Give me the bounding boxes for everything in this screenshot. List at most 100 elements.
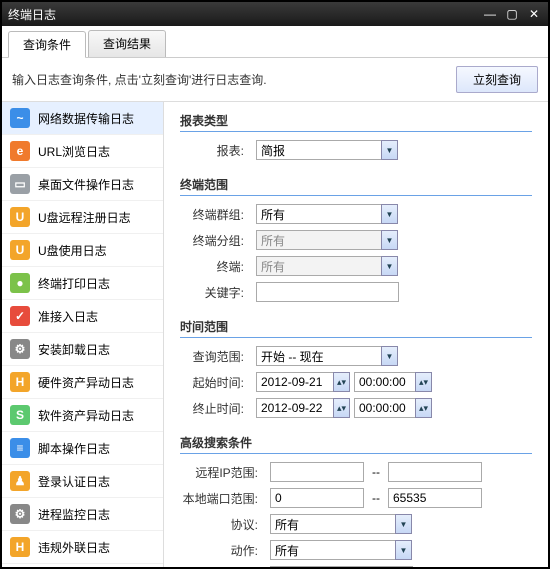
time-range-value[interactable] — [256, 346, 382, 366]
end-time-label: 终止时间: — [180, 400, 252, 417]
tab-query[interactable]: 查询条件 — [8, 31, 86, 58]
chevron-down-icon[interactable]: ▼ — [395, 540, 412, 560]
chevron-down-icon[interactable]: ▼ — [381, 204, 398, 224]
sidebar-item-icon: H — [10, 537, 30, 557]
start-time-label: 起始时间: — [180, 374, 252, 391]
sidebar-item[interactable]: e URL浏览日志 — [2, 135, 163, 168]
sidebar-item[interactable]: U U盘远程注册日志 — [2, 201, 163, 234]
terminal-combo[interactable]: ▼ — [256, 256, 398, 276]
section-title-terminal: 终端范围 — [180, 176, 532, 196]
minimize-button[interactable]: — — [482, 7, 498, 21]
action-value[interactable] — [270, 540, 396, 560]
maximize-button[interactable]: ▢ — [504, 7, 520, 21]
sidebar-item-icon: ✓ — [10, 306, 30, 326]
end-date-value[interactable] — [256, 398, 334, 418]
sidebar-item-label: 登录认证日志 — [38, 473, 110, 490]
port-from-input[interactable] — [270, 488, 364, 508]
tabs: 查询条件 查询结果 — [2, 26, 548, 58]
terminal-subgroup-combo[interactable]: ▼ — [256, 230, 398, 250]
port-label: 本地端口范围: — [180, 490, 266, 507]
sidebar-item-label: 网络数据传输日志 — [38, 110, 134, 127]
window-title: 终端日志 — [8, 6, 482, 23]
sidebar-item[interactable]: ♟登录注销日志 — [2, 564, 163, 567]
chevron-down-icon[interactable]: ▼ — [395, 514, 412, 534]
range-separator: -- — [368, 491, 384, 505]
sidebar-item-label: U盘使用日志 — [38, 242, 107, 259]
sidebar[interactable]: ~ 网络数据传输日志 e URL浏览日志 ▭桌面文件操作日志 U U盘远程注册日志 U U盘使用… — [2, 102, 164, 567]
sidebar-item-icon: ⚙ — [10, 504, 30, 524]
proc-key-input[interactable] — [270, 566, 413, 567]
sidebar-item-label: 软件资产异动日志 — [38, 407, 134, 424]
sidebar-item[interactable]: ⚙ 安装卸载日志 — [2, 333, 163, 366]
sidebar-item[interactable]: ⚙进程监控日志 — [2, 498, 163, 531]
chevron-down-icon[interactable]: ▼ — [381, 140, 398, 160]
query-now-button[interactable]: 立刻查询 — [456, 66, 538, 93]
sidebar-item[interactable]: H违规外联日志 — [2, 531, 163, 564]
port-to-input[interactable] — [388, 488, 482, 508]
chevron-down-icon[interactable]: ▼ — [381, 230, 398, 250]
chevron-down-icon[interactable]: ▼ — [381, 346, 398, 366]
sidebar-item[interactable]: ≡ 脚本操作日志 — [2, 432, 163, 465]
end-time-field[interactable]: ▴▾ — [354, 398, 432, 418]
spinner-icon[interactable]: ▴▾ — [333, 398, 350, 418]
window-controls: — ▢ ✕ — [482, 7, 542, 21]
protocol-label: 协议: — [180, 516, 266, 533]
sidebar-item-icon: U — [10, 240, 30, 260]
start-date-field[interactable]: ▴▾ — [256, 372, 350, 392]
sidebar-item-icon: ~ — [10, 108, 30, 128]
sidebar-item-label: 硬件资产异动日志 — [38, 374, 134, 391]
start-time-value[interactable] — [354, 372, 416, 392]
report-value[interactable] — [256, 140, 382, 160]
report-label: 报表: — [180, 142, 252, 159]
content-panel[interactable]: 报表类型 报表: ▼ 终端范围 终端群组: ▼ — [164, 102, 548, 567]
time-range-combo[interactable]: ▼ — [256, 346, 398, 366]
start-time-field[interactable]: ▴▾ — [354, 372, 432, 392]
titlebar: 终端日志 — ▢ ✕ — [2, 2, 548, 26]
sidebar-item-icon: ⚙ — [10, 339, 30, 359]
keyword-input[interactable] — [256, 282, 399, 302]
remote-ip-from-input[interactable] — [270, 462, 364, 482]
time-range-label: 查询范围: — [180, 348, 252, 365]
tab-result[interactable]: 查询结果 — [88, 30, 166, 57]
sidebar-item-label: URL浏览日志 — [38, 143, 110, 160]
sidebar-item-label: 安装卸载日志 — [38, 341, 110, 358]
sidebar-item[interactable]: ♟登录认证日志 — [2, 465, 163, 498]
sidebar-item[interactable]: S软件资产异动日志 — [2, 399, 163, 432]
protocol-value[interactable] — [270, 514, 396, 534]
window: 终端日志 — ▢ ✕ 查询条件 查询结果 输入日志查询条件, 点击'立刻查询'进… — [0, 0, 550, 569]
protocol-combo[interactable]: ▼ — [270, 514, 412, 534]
terminal-group-combo[interactable]: ▼ — [256, 204, 398, 224]
main-area: ~ 网络数据传输日志 e URL浏览日志 ▭桌面文件操作日志 U U盘远程注册日志 U U盘使用… — [2, 102, 548, 567]
spinner-icon[interactable]: ▴▾ — [333, 372, 350, 392]
end-date-field[interactable]: ▴▾ — [256, 398, 350, 418]
sidebar-item-icon: U — [10, 207, 30, 227]
hint-text: 输入日志查询条件, 点击'立刻查询'进行日志查询. — [12, 71, 448, 88]
section-terminal-scope: 终端范围 终端群组: ▼ 终端分组: ▼ 终端: — [180, 176, 532, 302]
sidebar-item[interactable]: H硬件资产异动日志 — [2, 366, 163, 399]
query-hint-row: 输入日志查询条件, 点击'立刻查询'进行日志查询. 立刻查询 — [2, 58, 548, 102]
start-date-value[interactable] — [256, 372, 334, 392]
spinner-icon[interactable]: ▴▾ — [415, 398, 432, 418]
sidebar-item[interactable]: ●终端打印日志 — [2, 267, 163, 300]
sidebar-item-label: 脚本操作日志 — [38, 440, 110, 457]
sidebar-item-icon: ≡ — [10, 438, 30, 458]
report-combo[interactable]: ▼ — [256, 140, 398, 160]
sidebar-item[interactable]: U U盘使用日志 — [2, 234, 163, 267]
section-report-type: 报表类型 报表: ▼ — [180, 112, 532, 160]
sidebar-item-label: 准接入日志 — [38, 308, 98, 325]
chevron-down-icon[interactable]: ▼ — [381, 256, 398, 276]
close-button[interactable]: ✕ — [526, 7, 542, 21]
spinner-icon[interactable]: ▴▾ — [415, 372, 432, 392]
sidebar-item[interactable]: ▭桌面文件操作日志 — [2, 168, 163, 201]
sidebar-item-icon: e — [10, 141, 30, 161]
section-advanced: 高级搜索条件 远程IP范围: -- 本地端口范围: -- 协议: — [180, 434, 532, 567]
sidebar-item[interactable]: ✓ 准接入日志 — [2, 300, 163, 333]
sidebar-item-label: U盘远程注册日志 — [38, 209, 131, 226]
sidebar-item[interactable]: ~ 网络数据传输日志 — [2, 102, 163, 135]
section-title-time: 时间范围 — [180, 318, 532, 338]
remote-ip-to-input[interactable] — [388, 462, 482, 482]
action-combo[interactable]: ▼ — [270, 540, 412, 560]
terminal-group-value[interactable] — [256, 204, 382, 224]
section-title-report: 报表类型 — [180, 112, 532, 132]
end-time-value[interactable] — [354, 398, 416, 418]
